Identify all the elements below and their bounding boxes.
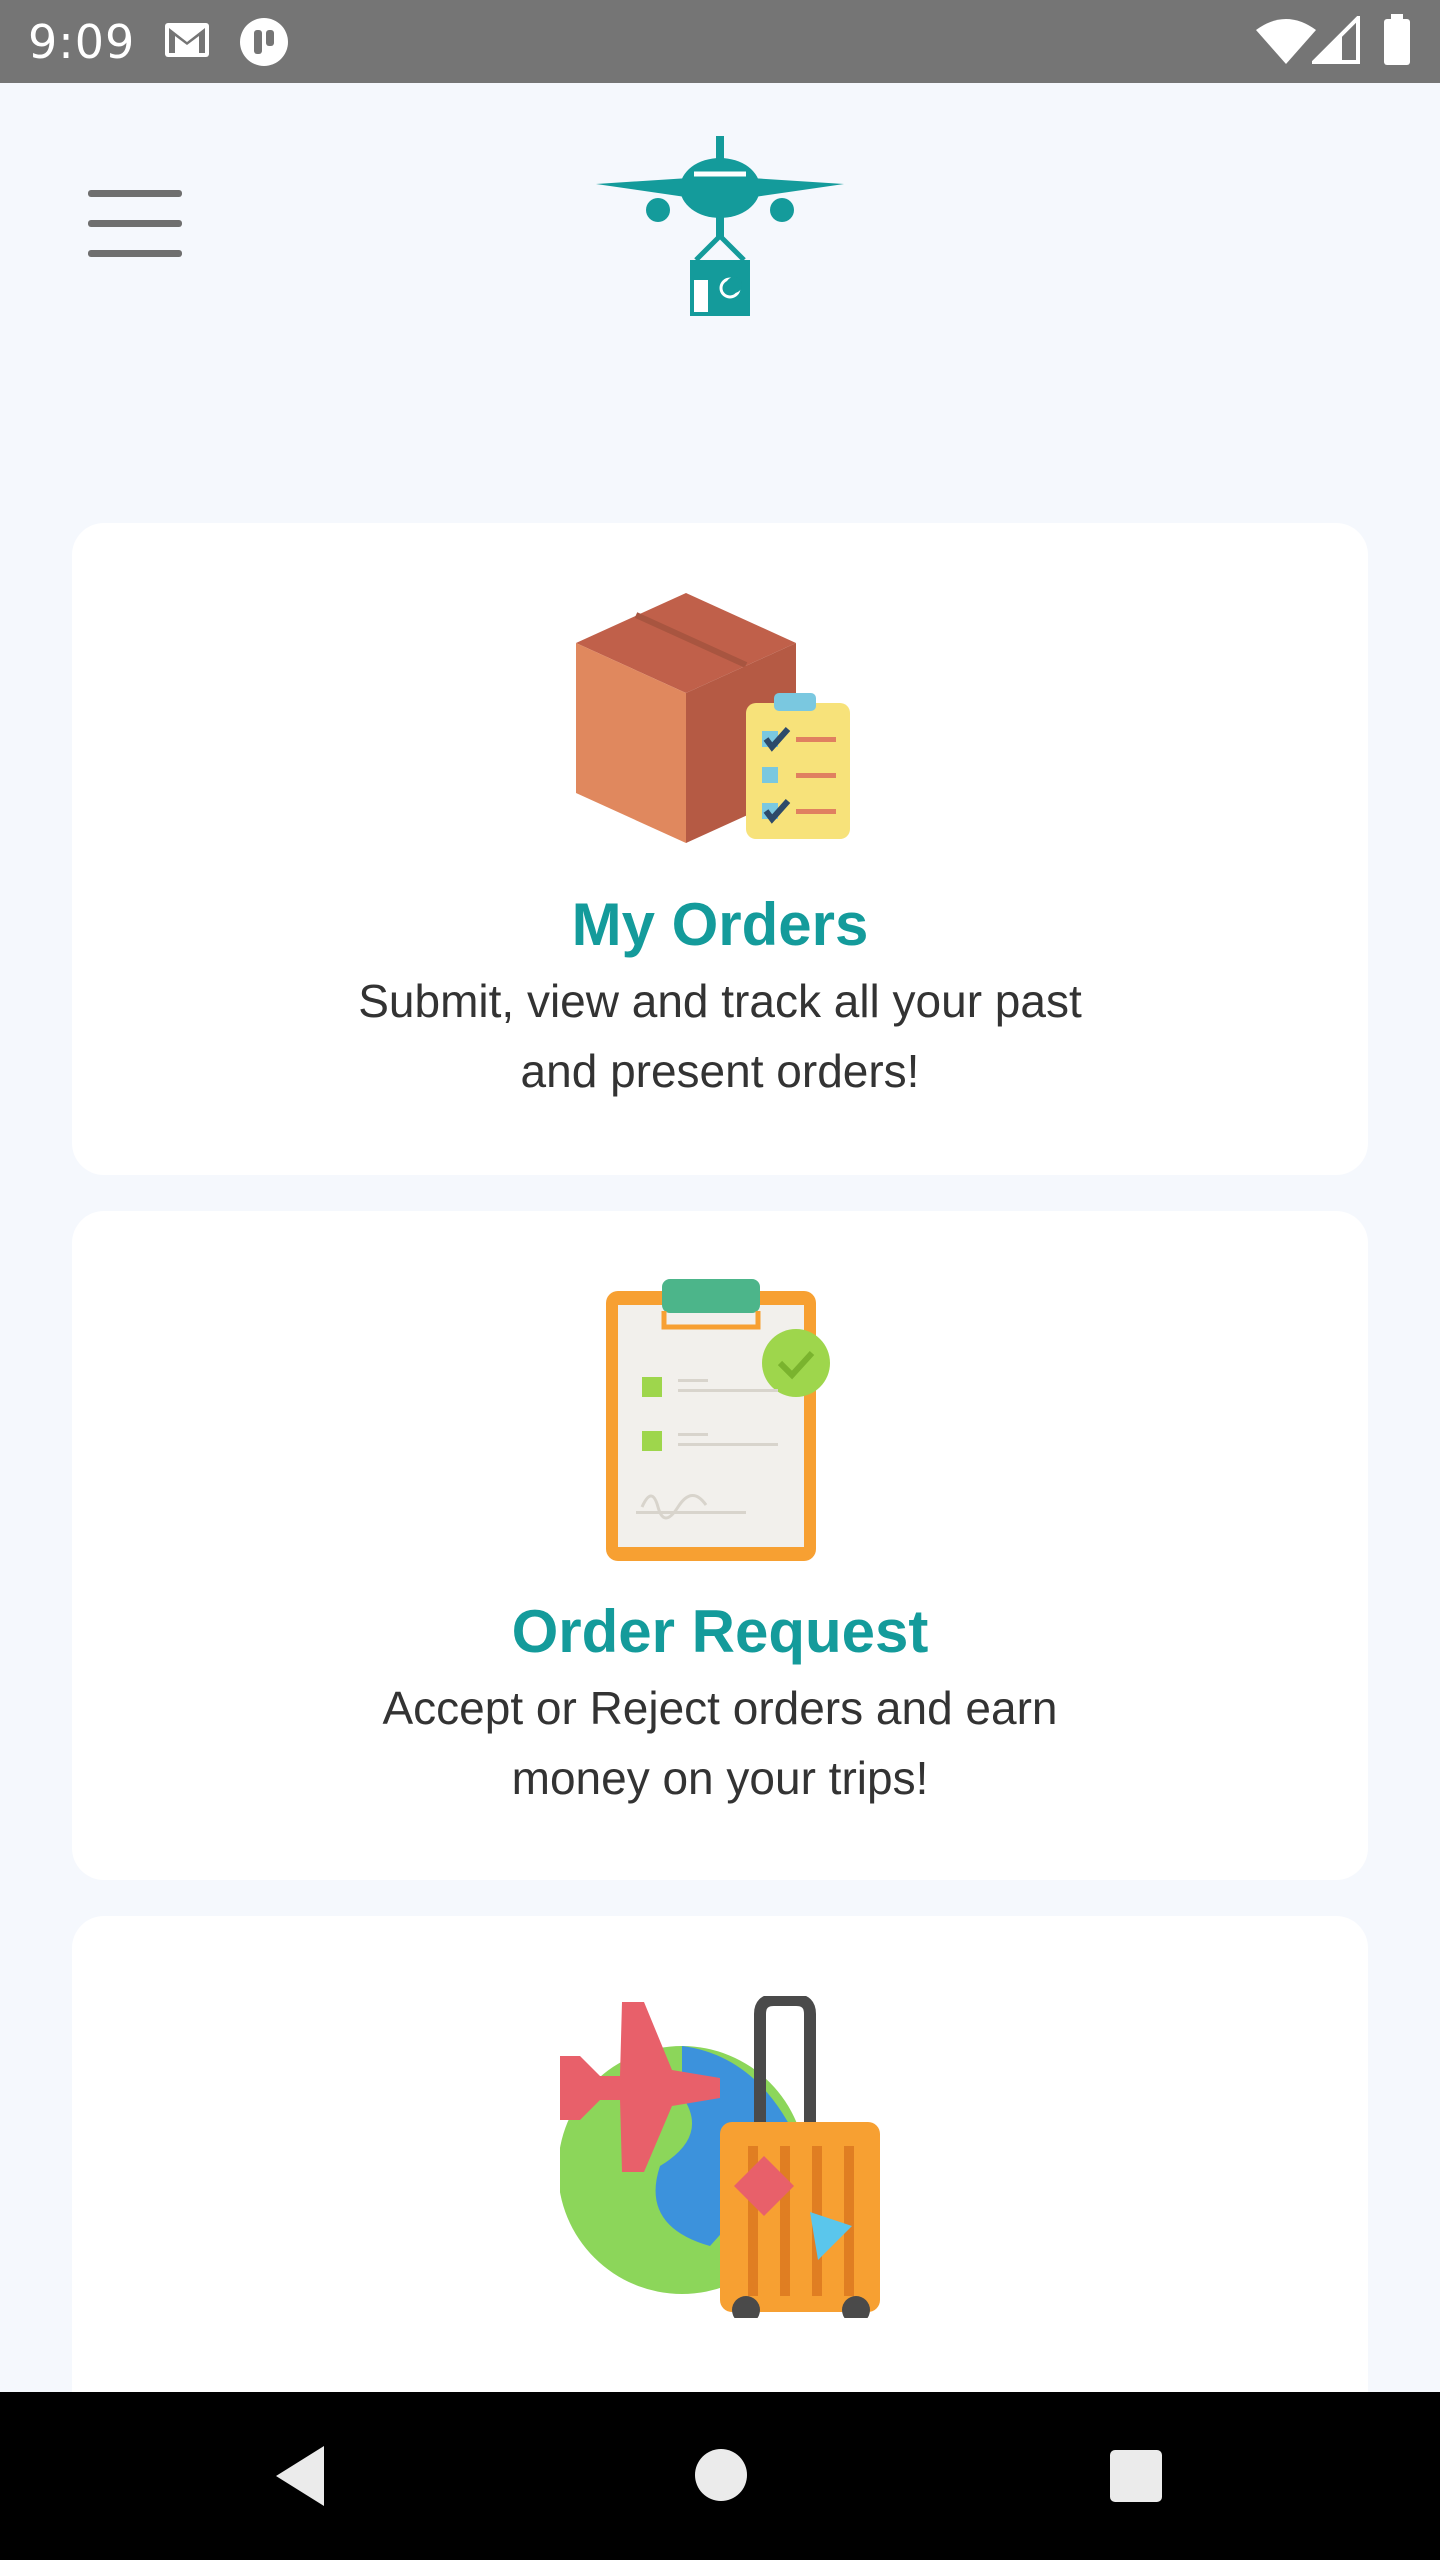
card-description: Accept or Reject orders and earn money o… bbox=[320, 1673, 1120, 1813]
app-notification-icon bbox=[240, 18, 288, 66]
gmail-icon bbox=[165, 23, 209, 57]
back-triangle-icon[interactable] bbox=[272, 2444, 328, 2508]
recents-square-icon[interactable] bbox=[1110, 2450, 1162, 2502]
status-time: 9:09 bbox=[28, 15, 136, 69]
order-request-card[interactable]: Order Request Accept or Reject orders an… bbox=[72, 1211, 1368, 1880]
clipboard-check-icon bbox=[606, 1279, 830, 1561]
box-clipboard-icon bbox=[576, 593, 850, 843]
card-description-line: Submit, view and track all your past bbox=[358, 975, 1082, 1027]
my-orders-card[interactable]: My Orders Submit, view and track all you… bbox=[72, 523, 1368, 1175]
card-description-line: and present orders! bbox=[520, 1045, 920, 1097]
hamburger-menu-icon[interactable] bbox=[80, 180, 190, 270]
trips-card[interactable] bbox=[72, 1916, 1368, 2392]
battery-icon bbox=[1384, 14, 1410, 65]
card-description-line: money on your trips! bbox=[511, 1752, 929, 1804]
wifi-icon bbox=[1256, 19, 1316, 64]
globe-plane-luggage-icon bbox=[560, 1996, 880, 2318]
airplane-package-logo-icon bbox=[596, 136, 844, 316]
card-title: My Orders bbox=[571, 891, 869, 958]
status-bar: 9:09 bbox=[0, 0, 1440, 83]
navigation-bar bbox=[0, 2392, 1440, 2560]
cell-signal-icon bbox=[1312, 16, 1360, 64]
card-title: Order Request bbox=[511, 1598, 929, 1665]
card-description: Submit, view and track all your past and… bbox=[320, 966, 1120, 1106]
card-description-line: Accept or Reject orders and earn bbox=[382, 1682, 1058, 1734]
home-circle-icon[interactable] bbox=[694, 2448, 748, 2502]
